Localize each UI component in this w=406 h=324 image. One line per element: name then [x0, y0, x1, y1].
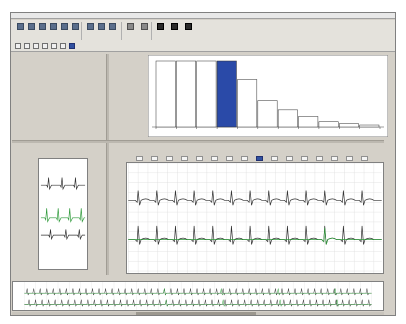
mini-icon[interactable] [33, 43, 39, 49]
toolbar-button-chart[interactable] [96, 21, 106, 41]
trash-icon [157, 23, 164, 30]
strip-nav-button[interactable] [286, 156, 293, 161]
strip-nav-button[interactable] [136, 156, 143, 161]
strip-nav-button[interactable] [241, 156, 248, 161]
toolbar-separator [81, 22, 82, 40]
toolbar-button-report[interactable] [59, 21, 69, 41]
strip-nav-button[interactable] [271, 156, 278, 161]
strip-nav-button[interactable] [346, 156, 353, 161]
report-icon [61, 23, 68, 30]
toolbar-button-help[interactable] [183, 21, 193, 41]
toolbar-separator [151, 22, 152, 40]
scrollbar-thumb[interactable] [136, 312, 256, 315]
toolbar-button-edit[interactable] [70, 21, 80, 41]
toolbar-button-record[interactable] [26, 21, 36, 41]
histogram-bar[interactable] [155, 60, 176, 128]
strip-nav-button[interactable] [301, 156, 308, 161]
title-bar [11, 13, 395, 19]
vertical-splitter[interactable] [106, 54, 109, 275]
histogram-bar[interactable] [237, 79, 258, 128]
ecg-lead-1-trace [128, 190, 382, 206]
histogram-bar[interactable] [318, 121, 339, 128]
grid-icon [141, 23, 148, 30]
list-icon [109, 23, 116, 30]
record-icon [28, 23, 35, 30]
histogram-bar[interactable] [196, 60, 217, 128]
strip-scrollbar[interactable] [12, 312, 384, 315]
print-icon [39, 23, 46, 30]
toolbar [11, 20, 395, 52]
ecg-strip-view[interactable] [126, 162, 384, 274]
strip-nav-button[interactable] [166, 156, 173, 161]
strip-nav-button[interactable] [226, 156, 233, 161]
config-icon [171, 23, 178, 30]
strip-nav-button[interactable] [361, 156, 368, 161]
toolbar-button-grid[interactable] [139, 21, 149, 41]
strip-nav-button[interactable] [151, 156, 158, 161]
chart-icon [98, 23, 105, 30]
zoom-icon [87, 23, 94, 30]
toolbar-secondary-row [13, 42, 393, 51]
beat-template-view[interactable] [38, 158, 88, 270]
toolbar-button-table[interactable] [125, 21, 135, 41]
strip-nav-button[interactable] [211, 156, 218, 161]
disclosure-trace-1 [24, 288, 372, 296]
histogram-bar[interactable] [277, 109, 298, 128]
toolbar-button-print[interactable] [37, 21, 47, 41]
window-icon [17, 23, 24, 30]
mini-icon[interactable] [51, 43, 57, 49]
horizontal-splitter[interactable] [12, 140, 384, 143]
rr-histogram[interactable] [148, 55, 388, 137]
table-icon [127, 23, 134, 30]
help-icon [185, 23, 192, 30]
toolbar-button-list[interactable] [107, 21, 117, 41]
mini-icon[interactable] [42, 43, 48, 49]
toolbar-button-config[interactable] [169, 21, 179, 41]
strip-nav-button[interactable] [256, 156, 263, 161]
histogram-bar[interactable] [176, 60, 196, 128]
export-icon [50, 23, 57, 30]
mini-icon[interactable] [24, 43, 30, 49]
mini-icon[interactable] [60, 43, 66, 49]
strip-nav-button[interactable] [331, 156, 338, 161]
beat-trace [40, 208, 86, 223]
strip-nav-button[interactable] [316, 156, 323, 161]
histogram-bar-selected[interactable] [216, 60, 237, 128]
info-panel [12, 55, 104, 139]
toolbar-button-zoom[interactable] [85, 21, 95, 41]
strip-nav-button[interactable] [196, 156, 203, 161]
toolbar-separator [121, 22, 122, 40]
histogram-bar[interactable] [298, 116, 319, 128]
toolbar-button-trash[interactable] [155, 21, 165, 41]
strip-nav-button[interactable] [181, 156, 188, 161]
edit-icon [72, 23, 79, 30]
histogram-bar[interactable] [359, 124, 380, 128]
beat-trace [40, 229, 86, 241]
disclosure-trace-2 [24, 299, 372, 308]
full-disclosure-strip[interactable] [12, 281, 384, 311]
histogram-bar[interactable] [257, 100, 278, 128]
histogram-bar[interactable] [339, 123, 359, 128]
toolbar-button-export[interactable] [48, 21, 58, 41]
marker-icon[interactable] [69, 43, 75, 49]
mini-icon[interactable] [15, 43, 21, 49]
toolbar-button-window[interactable] [15, 21, 25, 41]
toolbar-main-row [13, 21, 393, 41]
beat-template-label [36, 152, 88, 156]
beat-trace [40, 177, 86, 191]
